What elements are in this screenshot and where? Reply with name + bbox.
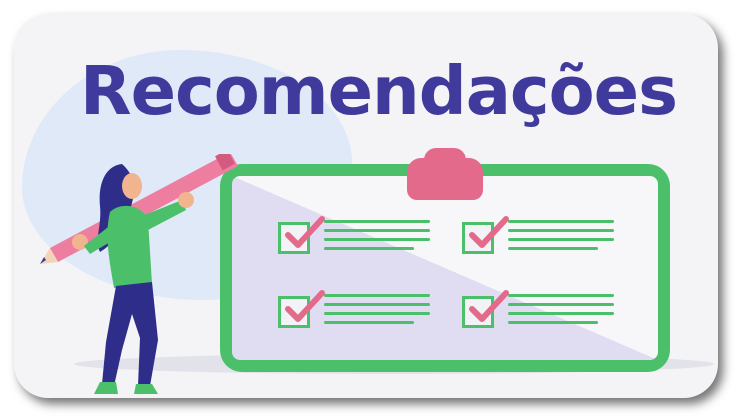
check-mark-icon: [285, 216, 325, 248]
check-mark-icon: [285, 290, 325, 322]
text-lines: [508, 294, 614, 330]
checkbox-checked-icon: [462, 290, 509, 328]
clipboard-clip: [407, 158, 483, 200]
checkbox-checked-icon: [278, 290, 325, 328]
check-mark-icon: [469, 216, 509, 248]
checklist-item: [278, 216, 448, 270]
checklist-item: [462, 216, 632, 270]
checkbox-checked-icon: [462, 216, 509, 254]
checklist-item: [462, 290, 632, 344]
person-with-pencil-illustration: [40, 154, 238, 394]
clipboard-paper: [232, 176, 658, 360]
checkbox-checked-icon: [278, 216, 325, 254]
text-lines: [508, 220, 614, 256]
banner-card: Recomendações: [14, 14, 718, 398]
text-lines: [324, 294, 430, 330]
check-mark-icon: [469, 290, 509, 322]
text-lines: [324, 220, 430, 256]
checklist-item: [278, 290, 448, 344]
banner-title: Recomendações: [80, 52, 678, 130]
